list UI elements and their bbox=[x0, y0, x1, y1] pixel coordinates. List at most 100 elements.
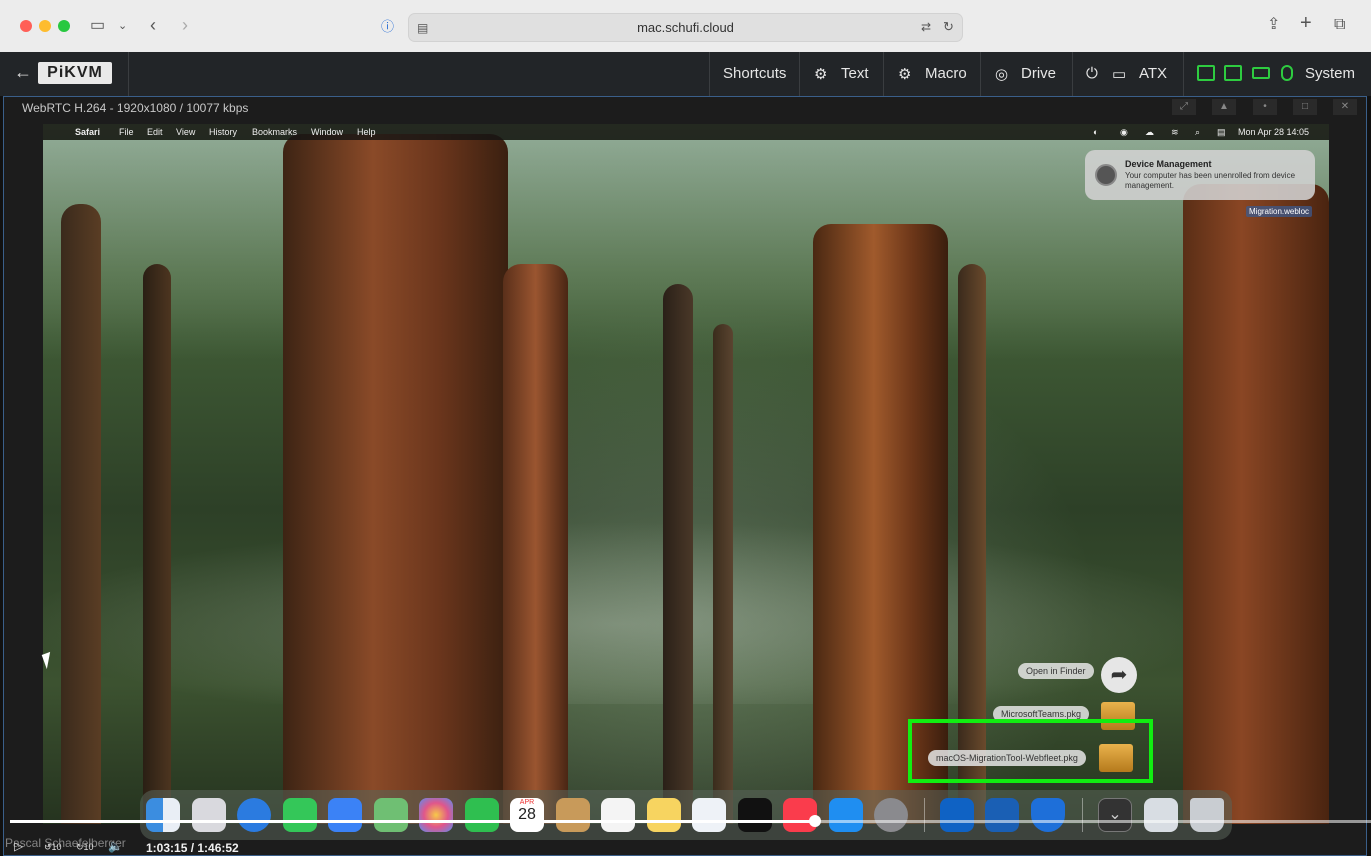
monitor-status-icon[interactable] bbox=[1224, 65, 1242, 81]
tree-trunk bbox=[61, 204, 101, 824]
calendar-month: APR bbox=[519, 799, 535, 806]
chevron-down-icon[interactable]: ⌄ bbox=[118, 18, 127, 34]
wifi-icon[interactable]: ≋ bbox=[1171, 127, 1179, 138]
macos-menubar: Safari File Edit View History Bookmarks … bbox=[43, 124, 1329, 140]
server-icon[interactable]: ▭ bbox=[1112, 65, 1126, 83]
maximize-icon[interactable]: □ bbox=[1293, 99, 1317, 115]
zoom-window-button[interactable] bbox=[58, 20, 70, 32]
photos-icon[interactable] bbox=[419, 798, 453, 832]
mouse-status-icon[interactable] bbox=[1281, 65, 1293, 81]
finder-icon[interactable] bbox=[146, 798, 180, 832]
minimize-window-button[interactable] bbox=[39, 20, 51, 32]
open-in-finder-label[interactable]: Open in Finder bbox=[1018, 663, 1094, 679]
skip-forward-button[interactable]: ↻10 bbox=[76, 842, 94, 853]
streamer-status-icon[interactable] bbox=[1197, 65, 1215, 81]
desktop-file-label[interactable]: Migration.webloc bbox=[1246, 206, 1313, 217]
menu-text[interactable]: Text bbox=[841, 65, 869, 82]
open-in-finder-icon[interactable]: ➦ bbox=[1101, 657, 1137, 693]
screenshot-icon[interactable]: ▲ bbox=[1212, 99, 1236, 115]
divider bbox=[709, 52, 710, 96]
menu-system[interactable]: System bbox=[1305, 65, 1355, 82]
system-settings-icon[interactable] bbox=[874, 798, 908, 832]
play-icon[interactable]: ▷ bbox=[14, 839, 23, 853]
divider bbox=[883, 52, 884, 96]
reload-icon[interactable]: ↻ bbox=[943, 19, 954, 35]
notification-banner[interactable]: Device Management Your computer has been… bbox=[1085, 150, 1315, 200]
menu-window[interactable]: Window bbox=[311, 127, 343, 137]
menubar-clock[interactable]: Mon Apr 28 14:05 bbox=[1238, 127, 1309, 137]
back-icon[interactable]: ‹ bbox=[150, 16, 156, 34]
power-icon[interactable]: ⏻ bbox=[1086, 65, 1098, 82]
reminders-icon[interactable] bbox=[601, 798, 635, 832]
settings-icon bbox=[1095, 164, 1117, 186]
sidebar-icon[interactable]: ▭ bbox=[90, 18, 105, 34]
dock-separator bbox=[1082, 798, 1083, 832]
notification-body: Your computer has been unenrolled from d… bbox=[1125, 171, 1296, 190]
dot-icon[interactable]: • bbox=[1253, 99, 1277, 115]
divider bbox=[799, 52, 800, 96]
menu-shortcuts[interactable]: Shortcuts bbox=[723, 65, 786, 82]
tab-overview-icon[interactable]: ⧉ bbox=[1334, 17, 1345, 33]
stream-title: WebRTC H.264 - 1920x1080 / 10077 kbps bbox=[22, 101, 249, 115]
menu-atx[interactable]: ATX bbox=[1139, 65, 1167, 82]
tree-trunk bbox=[713, 324, 733, 824]
safari-icon[interactable] bbox=[237, 798, 271, 832]
new-tab-icon[interactable]: + bbox=[1300, 13, 1312, 33]
close-icon[interactable]: ✕ bbox=[1333, 99, 1357, 115]
drive-icon[interactable]: ◎ bbox=[995, 65, 1008, 83]
messages-icon[interactable] bbox=[283, 798, 317, 832]
expand-icon[interactable]: ⤢ bbox=[1172, 99, 1196, 115]
share-icon[interactable]: ⇪ bbox=[1267, 17, 1280, 33]
skip-back-button[interactable]: ↺10 bbox=[44, 842, 62, 853]
launchpad-icon[interactable] bbox=[192, 798, 226, 832]
app-store-icon[interactable] bbox=[829, 798, 863, 832]
translate-icon[interactable]: ⇄ bbox=[921, 19, 931, 35]
document-icon[interactable] bbox=[1144, 798, 1178, 832]
pikvm-menubar: ← PiKVM Shortcuts ⚙ Text ⚙ Macro ◎ Drive… bbox=[0, 52, 1371, 96]
highlight-box bbox=[908, 719, 1153, 783]
volume-icon[interactable]: 🔈 bbox=[108, 839, 123, 853]
privacy-report-icon[interactable]: ⓘ bbox=[381, 19, 394, 35]
menu-view[interactable]: View bbox=[176, 127, 195, 137]
browser-toolbar: ▭ ⌄ ‹ › ⓘ ▤ mac.schufi.cloud ⇄ ↻ ⇪ + ⧉ bbox=[0, 0, 1371, 53]
remote-desktop-icon[interactable] bbox=[985, 798, 1019, 832]
search-icon[interactable]: ⌕ bbox=[1195, 127, 1200, 138]
status-icon[interactable]: ◉ bbox=[1120, 127, 1128, 138]
maps-icon[interactable] bbox=[374, 798, 408, 832]
macos-dock: APR 28 ⌄ bbox=[140, 790, 1232, 840]
status-icon[interactable]: ◐ bbox=[1093, 127, 1098, 137]
close-window-button[interactable] bbox=[20, 20, 32, 32]
menu-bookmarks[interactable]: Bookmarks bbox=[252, 127, 297, 137]
keyboard-status-icon[interactable] bbox=[1252, 67, 1270, 79]
notes-icon[interactable] bbox=[647, 798, 681, 832]
control-center-icon[interactable]: ▤ bbox=[1217, 127, 1226, 138]
contacts-icon[interactable] bbox=[556, 798, 590, 832]
progress-fill bbox=[10, 820, 815, 823]
gear-icon[interactable]: ⚙ bbox=[814, 65, 827, 83]
pikvm-logo[interactable]: PiKVM bbox=[38, 62, 112, 84]
downloads-stack-icon[interactable]: ⌄ bbox=[1098, 798, 1132, 832]
menu-help[interactable]: Help bbox=[357, 127, 376, 137]
menu-edit[interactable]: Edit bbox=[147, 127, 163, 137]
address-bar[interactable]: ▤ mac.schufi.cloud ⇄ ↻ bbox=[408, 13, 963, 42]
tree-trunk bbox=[663, 284, 693, 824]
freeform-icon[interactable] bbox=[692, 798, 726, 832]
progress-knob[interactable] bbox=[809, 815, 821, 827]
menu-drive[interactable]: Drive bbox=[1021, 65, 1056, 82]
calendar-icon[interactable]: APR 28 bbox=[510, 798, 544, 832]
menu-history[interactable]: History bbox=[209, 127, 237, 137]
menu-file[interactable]: File bbox=[119, 127, 134, 137]
menu-macro[interactable]: Macro bbox=[925, 65, 967, 82]
menu-app[interactable]: Safari bbox=[75, 127, 100, 137]
back-arrow-icon[interactable]: ← bbox=[14, 62, 32, 83]
forward-icon[interactable]: › bbox=[182, 16, 188, 34]
defender-icon[interactable] bbox=[1031, 798, 1065, 832]
trash-icon[interactable] bbox=[1190, 798, 1224, 832]
mail-icon[interactable] bbox=[328, 798, 362, 832]
status-icon[interactable]: ☁ bbox=[1145, 127, 1154, 138]
tv-icon[interactable] bbox=[738, 798, 772, 832]
dock-separator bbox=[924, 798, 925, 832]
outlook-icon[interactable] bbox=[940, 798, 974, 832]
gear-icon[interactable]: ⚙ bbox=[898, 65, 911, 83]
facetime-icon[interactable] bbox=[465, 798, 499, 832]
